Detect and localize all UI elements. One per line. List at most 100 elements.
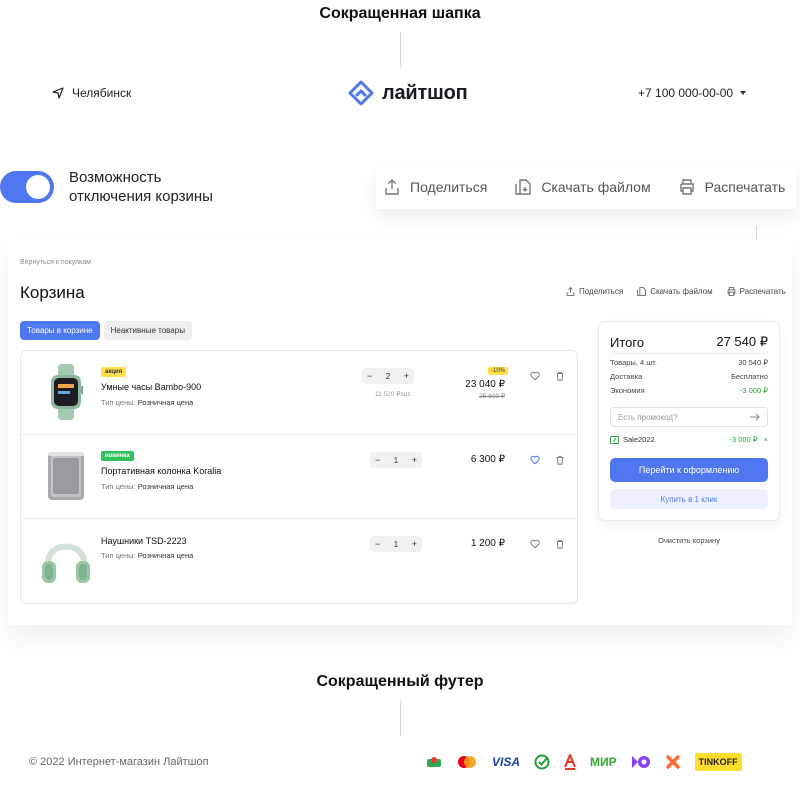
sale-badge: акция	[101, 367, 127, 377]
product-image-speaker[interactable]	[37, 447, 95, 505]
city-name: Челябинск	[72, 86, 132, 100]
applied-value: -3 000 ₽	[729, 435, 758, 444]
arrow-right-icon[interactable]	[750, 413, 760, 421]
summary-row-label: Экономия	[610, 386, 645, 395]
alfa-icon	[564, 753, 576, 771]
minus-button[interactable]: −	[375, 539, 380, 549]
quantity-stepper: − 1 +	[370, 452, 422, 468]
download-mini-action[interactable]: Скачать файлом	[637, 287, 713, 296]
old-price: 25 600 ₽	[479, 393, 505, 400]
payment-methods: VISA МИР TINKOFF	[426, 753, 742, 771]
checkout-button[interactable]: Перейти к оформлению	[610, 458, 768, 482]
download-label: Скачать файлом	[541, 179, 651, 195]
tab-inactive-items[interactable]: Неактивные товары	[103, 321, 192, 340]
breadcrumb[interactable]: Вернуться к покупкам	[20, 259, 91, 266]
summary-row: Доставка Бесплатно	[610, 372, 768, 381]
applied-promo: Sale2022 -3 000 ₽ ×	[610, 435, 768, 444]
clear-cart-link[interactable]: Очистить корзину	[598, 536, 780, 545]
share-mini-action[interactable]: Поделиться	[566, 287, 623, 296]
heart-filled-icon[interactable]	[530, 455, 540, 465]
divider-line	[400, 700, 401, 736]
cart-items-list: акция Умные часы Bambo-900 Тип цены: Роз…	[20, 350, 578, 604]
product-name[interactable]: Умные часы Bambo-900	[101, 382, 201, 392]
cart-item: акция Умные часы Bambo-900 Тип цены: Роз…	[21, 351, 577, 435]
copyright: © 2022 Интернет-магазин Лайтшоп	[29, 756, 209, 768]
yoomoney-icon	[631, 753, 651, 771]
headphones-image	[42, 543, 90, 583]
product-name[interactable]: Наушники TSD-2223	[101, 536, 187, 546]
summary-row-label: Товары, 4 шт.	[610, 358, 657, 367]
share-icon	[385, 179, 399, 195]
download-action[interactable]: Скачать файлом	[515, 179, 651, 195]
share-label: Поделиться	[410, 179, 488, 195]
summary-title: Итого	[610, 335, 645, 350]
product-image-watch[interactable]	[37, 363, 95, 421]
product-image-headphones[interactable]	[37, 531, 95, 589]
section-title-footer: Сокращенный футер	[316, 673, 484, 690]
new-badge: новинка	[101, 451, 134, 461]
smartwatch-image	[51, 364, 83, 420]
tinkoff-icon: TINKOFF	[694, 753, 742, 771]
heart-icon[interactable]	[530, 539, 540, 549]
printer-icon	[679, 179, 694, 195]
quantity-stepper: − 1 +	[370, 536, 422, 552]
divider-line	[400, 32, 401, 68]
minus-button[interactable]: −	[367, 371, 372, 381]
summary-row: Экономия -3 000 ₽	[610, 386, 768, 395]
one-click-buy-button[interactable]: Купить в 1 клик	[610, 489, 768, 509]
qiwi-icon	[665, 753, 681, 771]
item-price: 23 040 ₽	[465, 379, 505, 390]
plus-button[interactable]: +	[404, 371, 409, 381]
promo-placeholder: Есть промокод?	[618, 412, 678, 422]
print-mini-action[interactable]: Распечатать	[727, 287, 786, 296]
trash-icon[interactable]	[555, 371, 565, 381]
share-mini-label: Поделиться	[579, 287, 624, 296]
city-selector[interactable]: Челябинск	[52, 86, 131, 100]
coupon-icon	[610, 435, 619, 444]
trash-icon[interactable]	[555, 455, 565, 465]
discount-badge: -10%	[488, 367, 509, 375]
toggle-label-line2: отключения корзины	[69, 188, 213, 205]
promo-code-input[interactable]: Есть промокод?	[610, 407, 768, 427]
print-label: Распечатать	[704, 179, 786, 195]
summary-row-value: Бесплатно	[730, 372, 768, 381]
location-arrow-icon	[52, 87, 64, 99]
page-title: Корзина	[20, 283, 85, 302]
logo[interactable]: лайтшоп	[348, 80, 468, 106]
section-title-header: Сокращенная шапка	[319, 5, 481, 22]
phone-dropdown[interactable]: +7 100 000-00-00	[638, 86, 747, 100]
quantity-value[interactable]: 1	[394, 540, 398, 549]
price-type-label: Тип цены:	[101, 482, 136, 491]
order-summary: Итого 27 540 ₽ Товары, 4 шт. 30 540 ₽ До…	[598, 321, 780, 521]
product-name[interactable]: Портативная колонка Koralia	[101, 466, 221, 476]
cart-disable-toggle[interactable]	[0, 171, 54, 203]
cart-item: новинка Портативная колонка Koralia Тип …	[21, 435, 577, 519]
download-mini-label: Скачать файлом	[650, 287, 713, 296]
price-type-label: Тип цены:	[101, 551, 136, 560]
toggle-knob	[26, 175, 50, 199]
mini-action-bar: Поделиться Скачать файлом Распечатать	[566, 287, 786, 296]
print-action[interactable]: Распечатать	[679, 179, 786, 195]
heart-icon[interactable]	[530, 371, 540, 381]
quantity-value[interactable]: 2	[386, 372, 390, 381]
minus-button[interactable]: −	[375, 455, 380, 465]
plus-button[interactable]: +	[412, 455, 417, 465]
price-type-value: Розничная цена	[137, 551, 194, 560]
summary-row: Товары, 4 шт. 30 540 ₽	[610, 358, 768, 367]
file-download-icon	[515, 179, 532, 195]
price-type: Тип цены: Розничная цена	[101, 482, 193, 491]
summary-row-value: -3 000 ₽	[739, 386, 768, 395]
green-payment-icon	[426, 753, 442, 771]
divider	[610, 353, 768, 354]
summary-total: 27 540 ₽	[716, 334, 768, 349]
tab-cart-items[interactable]: Товары в корзине	[20, 321, 100, 340]
applied-code: Sale2022	[623, 435, 655, 444]
remove-promo-icon[interactable]: ×	[764, 435, 768, 444]
share-action[interactable]: Поделиться	[384, 179, 487, 195]
logo-text: лайтшоп	[382, 81, 468, 104]
price-type-value: Розничная цена	[137, 482, 194, 491]
toggle-label-line1: Возможность	[69, 169, 162, 186]
plus-button[interactable]: +	[412, 539, 417, 549]
trash-icon[interactable]	[555, 539, 565, 549]
quantity-value[interactable]: 1	[394, 456, 398, 465]
